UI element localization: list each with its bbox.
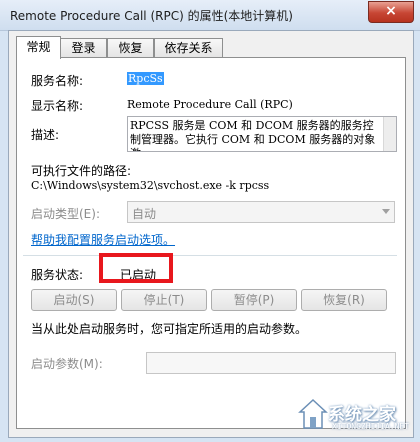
tab-logon-label: 登录 <box>71 41 96 55</box>
start-params-label: 启动参数(M): <box>31 357 103 371</box>
start-button-label: 启动(S) <box>53 293 95 307</box>
startup-type-label: 启动类型(E): <box>31 207 100 221</box>
house-icon <box>298 398 328 429</box>
resume-button[interactable]: 恢复(R) <box>301 289 387 311</box>
description-box[interactable]: RPCSS 服务是 COM 和 DCOM 服务器的服务控制管理器。它执行 COM… <box>127 116 397 152</box>
description-label: 描述: <box>31 128 60 142</box>
service-name-text[interactable]: RpcSs <box>127 72 164 85</box>
watermark-logo: 系统之家 XITONGZHIJIA.NET <box>296 394 416 440</box>
pause-button[interactable]: 暂停(P) <box>211 289 297 311</box>
tab-dependencies-label: 依存关系 <box>164 41 213 55</box>
close-icon: × <box>385 3 397 19</box>
stop-button[interactable]: 停止(T) <box>121 289 207 311</box>
window-title: Remote Procedure Call (RPC) 的属性(本地计算机) <box>10 9 293 23</box>
tab-general[interactable]: 常规 <box>16 36 61 59</box>
tab-dependencies[interactable]: 依存关系 <box>154 38 223 58</box>
start-button[interactable]: 启动(S) <box>31 289 117 311</box>
service-name-label: 服务名称: <box>31 74 84 88</box>
start-params-input[interactable] <box>146 352 396 374</box>
tab-recovery[interactable]: 恢复 <box>107 38 154 58</box>
highlight-box <box>99 253 173 283</box>
description-scrollbar[interactable] <box>383 117 396 151</box>
display-name-value: Remote Procedure Call (RPC) <box>127 98 293 111</box>
startup-type-value: 自动 <box>132 207 157 221</box>
tab-logon[interactable]: 登录 <box>60 38 107 58</box>
properties-dialog: 常规 登录 恢复 依存关系 服务名称: RpcSs 显示名称: Remote P… <box>8 30 414 438</box>
exe-path-value: C:\Windows\system32\svchost.exe -k rpcss <box>31 179 270 192</box>
tab-general-label: 常规 <box>26 40 51 54</box>
description-text: RPCSS 服务是 COM 和 DCOM 服务器的服务控制管理器。它执行 COM… <box>130 119 376 151</box>
watermark-subtext: XITONGZHIJIA.NET <box>332 422 410 431</box>
start-params-hint: 当从此处启动服务时，您可指定所适用的启动参数。 <box>31 322 308 336</box>
tab-recovery-label: 恢复 <box>118 41 143 55</box>
service-name-value[interactable]: RpcSs <box>127 72 164 85</box>
resume-button-label: 恢复(R) <box>323 293 365 307</box>
pause-button-label: 暂停(P) <box>233 293 275 307</box>
service-status-label: 服务状态: <box>31 268 84 282</box>
startup-type-select[interactable]: 自动 <box>127 201 395 223</box>
close-button[interactable]: × <box>368 1 414 23</box>
stop-button-label: 停止(T) <box>143 293 185 307</box>
help-configure-link[interactable]: 帮助我配置服务启动选项。 <box>31 231 175 248</box>
exe-path-label: 可执行文件的路径: <box>31 164 132 178</box>
separator <box>23 255 397 256</box>
chevron-down-icon <box>382 209 390 214</box>
title-bar: Remote Procedure Call (RPC) 的属性(本地计算机) × <box>0 0 420 31</box>
display-name-label: 显示名称: <box>31 99 84 113</box>
general-tab-panel: 服务名称: RpcSs 显示名称: Remote Procedure Call … <box>16 57 406 429</box>
